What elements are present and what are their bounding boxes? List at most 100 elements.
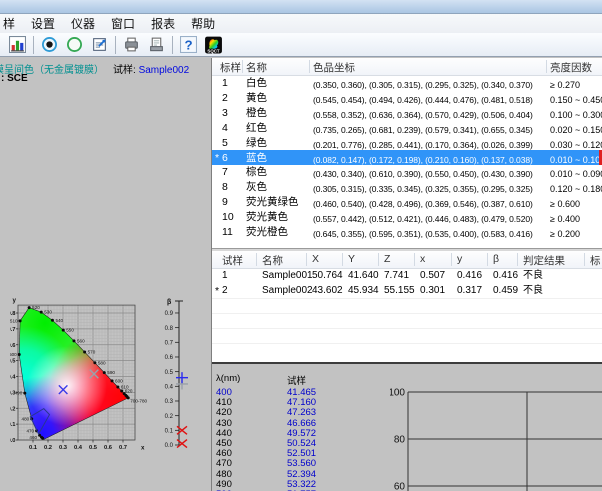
toolbar: ? SQCT — [0, 33, 602, 57]
header-separator — [546, 60, 547, 73]
header-separator — [256, 253, 257, 266]
measurement-mode-text: : SCE — [1, 73, 28, 84]
beta-scale: β0.00.10.20.30.40.50.60.70.80.9 — [155, 293, 207, 461]
standards-row-9[interactable]: 9荧光黄绿色(0.460, 0.540), (0.428, 0.496), (0… — [212, 194, 602, 209]
standards-header-0: 标样 — [220, 60, 241, 75]
samples-header-9: 标 — [590, 253, 601, 268]
samples-table-panel: 试样名称XYZxyβ判定结果标1Sample00150.76441.6407.7… — [212, 251, 602, 362]
sample-name-value: Sample002 — [139, 65, 190, 76]
standards-row-5[interactable]: 5绿色(0.201, 0.776), (0.285, 0.441), (0.17… — [212, 135, 602, 150]
standard-no: 5 — [222, 136, 228, 150]
locus-label-620: 620 — [125, 389, 133, 394]
x-tick-label: 0.7 — [119, 445, 127, 451]
standard-name: 橙色 — [246, 106, 267, 120]
sample-Z: 55.155 — [384, 284, 415, 298]
sample-beta: 0.459 — [493, 284, 518, 298]
sqct-rainbow-logo-icon: SQCT — [204, 36, 223, 54]
menu-item-2[interactable]: 仪器 — [63, 13, 103, 35]
header-separator — [309, 60, 310, 73]
toolbar-help-button[interactable]: ? — [176, 34, 201, 56]
menu-item-0[interactable]: 样 — [1, 13, 23, 35]
locus-dot-590 — [103, 371, 106, 374]
standards-row-4[interactable]: 4红色(0.735, 0.265), (0.681, 0.239), (0.57… — [212, 120, 602, 135]
standard-name: 棕色 — [246, 165, 267, 179]
standards-row-8[interactable]: 8灰色(0.305, 0.315), (0.335, 0.345), (0.32… — [212, 179, 602, 194]
toolbar-report-button[interactable] — [87, 34, 112, 56]
samples-header-1: 名称 — [262, 253, 283, 268]
standards-row-2[interactable]: 2黄色(0.545, 0.454), (0.494, 0.426), (0.44… — [212, 90, 602, 105]
toolbar-print-button[interactable] — [119, 34, 144, 56]
empty-row-line — [212, 298, 602, 299]
sample-x: 0.507 — [420, 269, 445, 283]
locus-dot-560 — [72, 339, 75, 342]
standard-no: 8 — [222, 180, 228, 194]
locus-dot-620 — [120, 390, 123, 393]
selected-row-star: * — [215, 151, 219, 165]
standards-row-11[interactable]: 11荧光橙色(0.645, 0.355), (0.595, 0.351), (0… — [212, 224, 602, 239]
beta-tick-label: 0.1 — [165, 429, 174, 435]
locus-dot-510 — [19, 319, 22, 322]
toolbar-sqct-logo[interactable]: SQCT — [201, 34, 226, 56]
sample-row-Sample002[interactable]: *2Sample00243.60245.93455.1550.3010.3170… — [212, 283, 602, 298]
sample-x: 0.301 — [420, 284, 445, 298]
menu-item-1[interactable]: 设置 — [23, 13, 63, 35]
standard-name: 蓝色 — [246, 151, 267, 165]
standard-no: 2 — [222, 91, 228, 105]
reflectance-value: 53.560 — [287, 458, 316, 469]
header-separator — [342, 253, 343, 266]
sample-column-header: 试样 — [287, 373, 306, 387]
standard-no: 9 — [222, 195, 228, 209]
y-tick-label: 0.7 — [10, 327, 16, 333]
y-axis-title: y — [13, 297, 17, 304]
sample-name: Sample002 — [262, 284, 313, 298]
standard-no: 4 — [222, 121, 228, 135]
header-separator — [517, 253, 518, 266]
chart-y-label: 80 — [394, 435, 406, 446]
locus-label-460: 460 — [29, 435, 37, 440]
samples-header-3: Y — [348, 253, 355, 265]
x-tick-label: 0.1 — [29, 445, 38, 451]
samples-table-header: 试样名称XYZxyβ判定结果标 — [212, 251, 602, 269]
locus-dot-530 — [40, 311, 43, 314]
standards-row-10[interactable]: 10荧光黄色(0.557, 0.442), (0.512, 0.421), (0… — [212, 209, 602, 224]
samples-header-2: X — [312, 253, 319, 265]
standard-no: 7 — [222, 165, 228, 179]
standard-name: 荧光橙色 — [246, 225, 288, 239]
locus-label-570: 570 — [88, 349, 96, 354]
standards-row-1[interactable]: 1白色(0.350, 0.360), (0.305, 0.315), (0.29… — [212, 75, 602, 90]
toolbar-measure-sample-button[interactable] — [62, 34, 87, 56]
target-filled-circle-icon — [41, 36, 58, 53]
toolbar-chart-button[interactable] — [5, 34, 30, 56]
sample-X: 43.602 — [312, 284, 343, 298]
sample-y: 0.416 — [457, 269, 482, 283]
toolbar-measure-standard-button[interactable] — [37, 34, 62, 56]
wavelength-column-header: λ(nm) — [216, 373, 240, 384]
menu-item-4[interactable]: 报表 — [143, 13, 183, 35]
cie-chromaticity-diagram: 4604704804905005105205305405505605705805… — [10, 293, 160, 465]
empty-row-line — [212, 343, 602, 344]
standards-row-6[interactable]: *6蓝色(0.082, 0.147), (0.172, 0.198), (0.2… — [212, 150, 602, 165]
standards-row-3[interactable]: 3橙色(0.558, 0.352), (0.636, 0.364), (0.57… — [212, 105, 602, 120]
locus-label-480: 480 — [22, 416, 30, 421]
beta-marker-Sample002 — [176, 372, 188, 383]
x-tick-label: 0.3 — [59, 445, 68, 451]
header-separator — [451, 253, 452, 266]
sample-Y: 45.934 — [348, 284, 379, 298]
sample-row-Sample001[interactable]: 1Sample00150.76441.6407.7410.5070.4160.4… — [212, 268, 602, 283]
locus-dot-520 — [28, 306, 31, 309]
menu-item-5[interactable]: 帮助 — [183, 13, 223, 35]
standards-header-2: 色品坐标 — [313, 60, 355, 75]
sample-y: 0.317 — [457, 284, 482, 298]
locus-label-520: 520 — [32, 305, 40, 310]
sample-result: 不良 — [523, 284, 543, 298]
standards-row-7[interactable]: 7棕色(0.430, 0.340), (0.610, 0.390), (0.55… — [212, 164, 602, 179]
standard-no: 6 — [222, 151, 228, 165]
samples-header-6: y — [457, 253, 462, 265]
header-separator — [242, 60, 243, 73]
menu-item-3[interactable]: 窗口 — [103, 13, 143, 35]
toolbar-print-preview-button[interactable] — [144, 34, 169, 56]
sample-result: 不良 — [523, 269, 543, 283]
header-separator — [306, 253, 307, 266]
help-question-icon: ? — [180, 36, 197, 53]
y-tick-label: 0.2 — [10, 406, 16, 412]
